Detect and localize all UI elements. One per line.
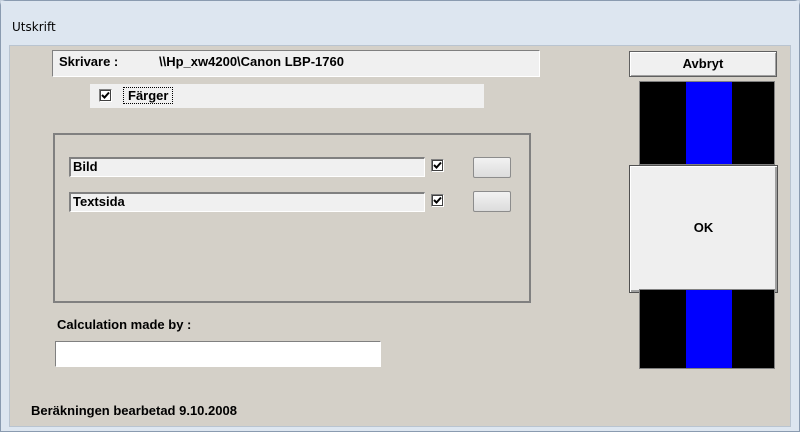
checkmark-icon bbox=[433, 196, 442, 204]
blue-stripe bbox=[686, 82, 732, 164]
ok-button[interactable]: OK bbox=[629, 165, 778, 293]
title-bar[interactable]: Utskrift bbox=[1, 1, 799, 39]
cancel-button[interactable]: Avbryt bbox=[629, 51, 777, 77]
calculation-date-text: Beräkningen bearbetad 9.10.2008 bbox=[31, 403, 237, 418]
dialog-content: Skrivare : \\Hp_xw4200\Canon LBP-1760 Fä… bbox=[9, 45, 791, 427]
print-item-label: Bild bbox=[73, 159, 98, 174]
checkmark-icon bbox=[101, 91, 110, 99]
print-item-textpage-checkbox[interactable] bbox=[431, 194, 444, 207]
blue-stripe bbox=[686, 290, 732, 368]
printer-path: \\Hp_xw4200\Canon LBP-1760 bbox=[159, 54, 344, 69]
printer-label: Skrivare : bbox=[59, 54, 119, 69]
window-title: Utskrift bbox=[12, 20, 56, 34]
calculation-label: Calculation made by : bbox=[57, 317, 192, 332]
print-item-label: Textsida bbox=[73, 194, 125, 209]
print-dialog-window: Utskrift Skrivare : \\Hp_xw4200\Canon LB… bbox=[0, 0, 800, 432]
print-item-image-field: Bild bbox=[69, 157, 425, 177]
print-item-textpage-field: Textsida bbox=[69, 192, 425, 212]
decorative-stripes-top bbox=[639, 81, 775, 165]
checkmark-icon bbox=[433, 161, 442, 169]
colors-checkbox[interactable] bbox=[99, 89, 112, 102]
colors-label[interactable]: Färger bbox=[123, 87, 174, 104]
decorative-stripes-bottom bbox=[639, 289, 775, 369]
print-item-textpage-options-button[interactable] bbox=[473, 191, 511, 212]
print-items-group: Bild Textsida bbox=[53, 133, 531, 303]
printer-field: Skrivare : \\Hp_xw4200\Canon LBP-1760 bbox=[52, 50, 540, 77]
print-item-image-options-button[interactable] bbox=[473, 157, 511, 178]
colors-option-row[interactable]: Färger bbox=[90, 84, 484, 108]
calculation-made-by-input[interactable] bbox=[55, 341, 381, 367]
print-item-image-checkbox[interactable] bbox=[431, 159, 444, 172]
